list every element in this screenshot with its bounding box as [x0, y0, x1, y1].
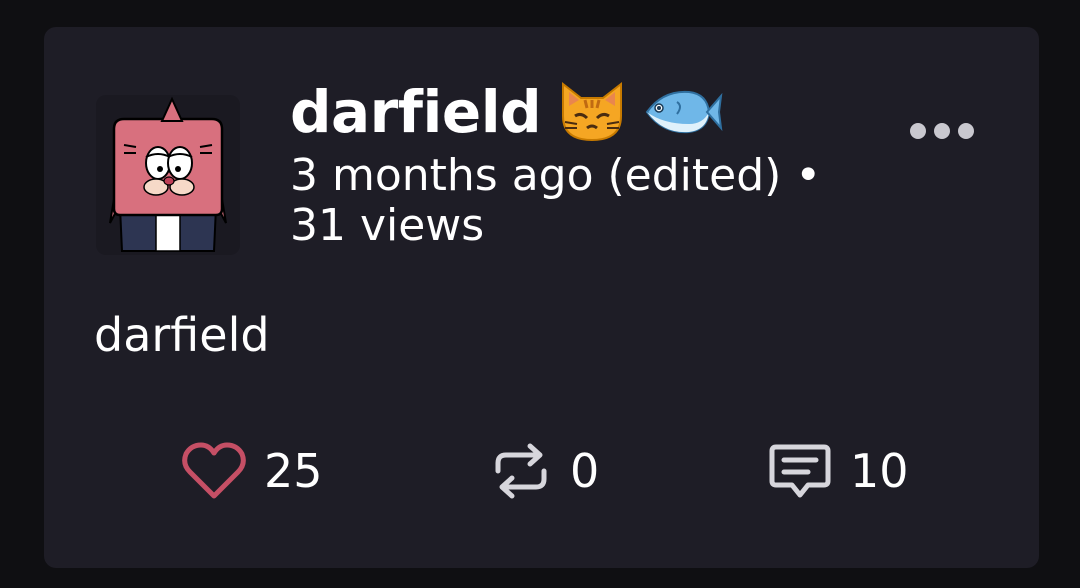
like-button[interactable]: 25 [182, 439, 323, 503]
comment-icon [768, 441, 832, 501]
repost-icon [490, 441, 552, 501]
comment-button[interactable]: 10 [768, 439, 909, 503]
cat-face-icon [557, 80, 627, 144]
dot-icon [934, 123, 950, 139]
dot-icon [910, 123, 926, 139]
post-card: darfield 3 months ago (edited) • 31 view… [44, 27, 1039, 568]
like-count: 25 [264, 444, 323, 498]
post-views: 31 views [290, 200, 485, 251]
author-avatar[interactable] [96, 95, 240, 255]
repost-button[interactable]: 0 [490, 439, 599, 503]
fish-icon [643, 84, 723, 140]
post-timestamp: 3 months ago (edited) • [290, 150, 822, 201]
post-meta: 3 months ago (edited) • 31 views [290, 151, 890, 251]
post-body: darfield [94, 308, 270, 362]
more-options-button[interactable] [910, 119, 974, 143]
author-name[interactable]: darfield [290, 78, 542, 146]
heart-icon [182, 442, 246, 500]
author-name-row[interactable]: darfield [290, 78, 723, 146]
dot-icon [958, 123, 974, 139]
comment-count: 10 [850, 444, 909, 498]
repost-count: 0 [570, 444, 600, 498]
